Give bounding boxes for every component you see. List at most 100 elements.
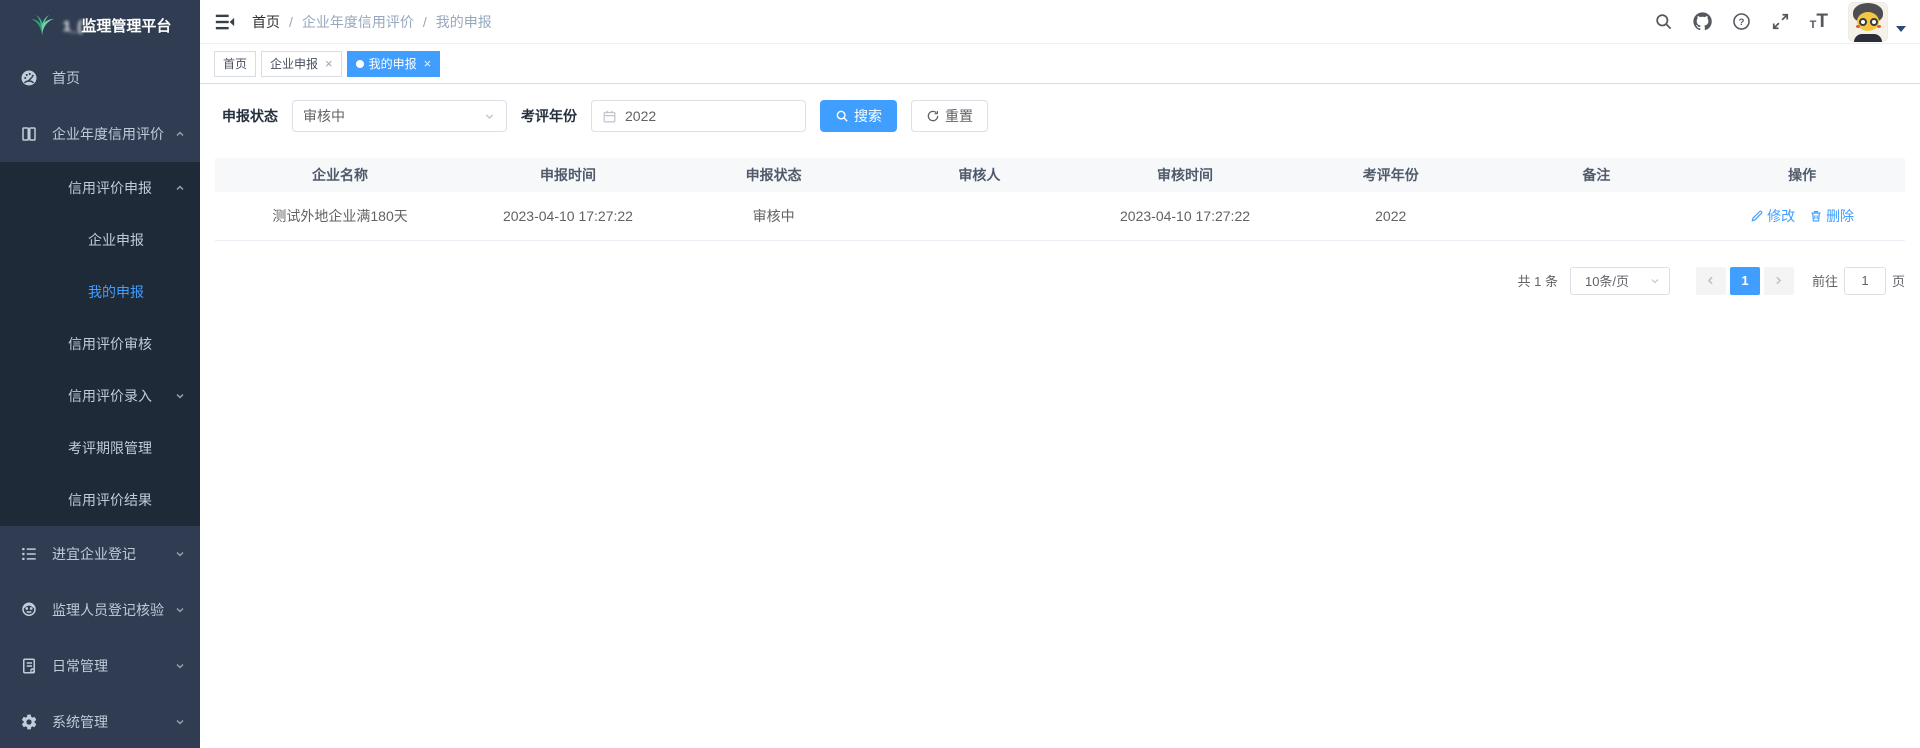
goto-unit: 页 [1892, 271, 1905, 290]
page-content: 申报状态 审核中 考评年份 搜索 [200, 84, 1920, 748]
sidebar-item-company-declare[interactable]: 企业申报 [0, 214, 200, 266]
book-icon [20, 125, 38, 143]
pagination-total: 共 1 条 [1518, 271, 1558, 290]
sidebar-item-label: 企业年度信用评价 [52, 124, 164, 144]
help-icon[interactable]: ? [1732, 12, 1751, 31]
status-filter-label: 申报状态 [222, 106, 278, 126]
col-assess-year: 考评年份 [1288, 158, 1494, 192]
cell-declare-time: 2023-04-10 17:27:22 [465, 192, 671, 240]
sidebar-item-label: 信用评价审核 [68, 334, 152, 354]
col-operations: 操作 [1699, 158, 1905, 192]
chevron-down-icon [1649, 275, 1661, 287]
refresh-icon [926, 109, 940, 123]
delete-link[interactable]: 删除 [1809, 206, 1854, 226]
sidebar-item-credit-entry[interactable]: 信用评价录入 [0, 370, 200, 422]
document-icon [20, 657, 38, 675]
sidebar-item-system-mgmt[interactable]: 系统管理 [0, 694, 200, 748]
main-area: 首页 / 企业年度信用评价 / 我的申报 ? [200, 0, 1920, 748]
font-size-icon[interactable]: TT [1810, 12, 1828, 31]
col-reviewer: 审核人 [876, 158, 1082, 192]
sidebar-item-label: 信用评价录入 [68, 386, 152, 406]
prev-page-button[interactable] [1696, 267, 1726, 295]
next-page-button[interactable] [1764, 267, 1794, 295]
sidebar-item-assess-period[interactable]: 考评期限管理 [0, 422, 200, 474]
sidebar-menu: 首页 企业年度信用评价 信用评价申报 企业申报 我的申 [0, 50, 200, 748]
table-row: 测试外地企业满180天 2023-04-10 17:27:22 审核中 2023… [215, 192, 1905, 240]
tab-label: 我的申报 [369, 55, 417, 72]
sidebar-item-label: 首页 [52, 68, 80, 88]
sidebar-item-credit-result[interactable]: 信用评价结果 [0, 474, 200, 526]
sidebar-item-label: 系统管理 [52, 712, 108, 732]
chevron-up-icon [174, 182, 186, 194]
page-size-select[interactable]: 10条/页 [1570, 267, 1670, 295]
trash-icon [1809, 209, 1823, 223]
app-root: 1_(监理管理平台 首页 企业年 [0, 0, 1920, 748]
avatar[interactable] [1848, 2, 1888, 42]
goto-page: 前往 页 [1812, 267, 1905, 295]
year-input[interactable] [625, 108, 795, 124]
pagination: 共 1 条 10条/页 1 前往 页 [215, 267, 1905, 295]
sidebar-item-daily-mgmt[interactable]: 日常管理 [0, 638, 200, 694]
person-icon [20, 601, 38, 619]
col-remark: 备注 [1494, 158, 1700, 192]
navbar: 首页 / 企业年度信用评价 / 我的申报 ? [200, 0, 1920, 44]
col-company-name: 企业名称 [215, 158, 465, 192]
calendar-icon [602, 109, 617, 124]
status-select[interactable]: 审核中 [292, 100, 507, 132]
sidebar-item-label: 信用评价结果 [68, 490, 152, 510]
sidebar-item-label: 监理人员登记核验 [52, 600, 164, 620]
sidebar-item-credit-root[interactable]: 企业年度信用评价 [0, 106, 200, 162]
list-icon [20, 545, 38, 563]
breadcrumb-separator: / [289, 14, 293, 30]
chevron-up-icon [174, 128, 186, 140]
sidebar-collapse-icon[interactable] [214, 11, 236, 33]
tab-company-declare[interactable]: 企业申报 × [261, 51, 342, 77]
tab-my-declare[interactable]: 我的申报 × [347, 51, 441, 77]
sidebar-item-enter-company-reg[interactable]: 进宜企业登记 [0, 526, 200, 582]
sidebar-item-supervisor-reg-check[interactable]: 监理人员登记核验 [0, 582, 200, 638]
github-icon[interactable] [1693, 12, 1712, 31]
table-header: 企业名称 申报时间 申报状态 审核人 审核时间 考评年份 备注 操作 [215, 158, 1905, 192]
chevron-down-icon [483, 110, 496, 123]
year-picker[interactable] [591, 100, 806, 132]
logo-prefix-obscured: 1_( [63, 18, 82, 35]
status-select-value: 审核中 [303, 106, 345, 126]
sidebar-item-label: 进宜企业登记 [52, 544, 136, 564]
user-menu[interactable] [1848, 2, 1906, 42]
sidebar-item-label: 企业申报 [88, 230, 144, 250]
tab-home[interactable]: 首页 [214, 51, 256, 77]
page-size-value: 10条/页 [1585, 271, 1629, 290]
sidebar-item-home[interactable]: 首页 [0, 50, 200, 106]
close-icon[interactable]: × [424, 57, 432, 70]
logo-leaf-icon [29, 14, 55, 36]
page-number-current[interactable]: 1 [1730, 267, 1760, 295]
breadcrumb-current: 我的申报 [436, 12, 492, 32]
reset-button[interactable]: 重置 [911, 100, 988, 132]
breadcrumb-home[interactable]: 首页 [252, 12, 280, 32]
chevron-left-icon [1704, 274, 1717, 287]
breadcrumb-separator: / [423, 14, 427, 30]
filter-bar: 申报状态 审核中 考评年份 搜索 [215, 98, 1905, 132]
sidebar-item-credit-declare[interactable]: 信用评价申报 [0, 162, 200, 214]
goto-page-input[interactable] [1844, 267, 1886, 295]
pager: 1 [1694, 267, 1796, 295]
cell-declare-status: 审核中 [671, 192, 877, 240]
sidebar-item-credit-review[interactable]: 信用评价审核 [0, 318, 200, 370]
close-icon[interactable]: × [325, 57, 333, 70]
fullscreen-icon[interactable] [1771, 12, 1790, 31]
search-icon[interactable] [1654, 12, 1673, 31]
caret-down-icon[interactable] [1896, 26, 1906, 32]
chevron-down-icon [174, 604, 186, 616]
chevron-down-icon [174, 716, 186, 728]
chevron-down-icon [174, 548, 186, 560]
sidebar-submenu-credit: 信用评价申报 企业申报 我的申报 信用评价审核 信用评价录入 考评期限管理 [0, 162, 200, 526]
breadcrumb-credit-root[interactable]: 企业年度信用评价 [302, 12, 414, 32]
edit-link[interactable]: 修改 [1750, 206, 1795, 226]
col-review-time: 审核时间 [1082, 158, 1288, 192]
logo[interactable]: 1_(监理管理平台 [0, 0, 200, 50]
tab-label: 首页 [223, 55, 247, 72]
sidebar: 1_(监理管理平台 首页 企业年 [0, 0, 200, 748]
sidebar-item-label: 考评期限管理 [68, 438, 152, 458]
sidebar-item-my-declare[interactable]: 我的申报 [0, 266, 200, 318]
search-button[interactable]: 搜索 [820, 100, 897, 132]
